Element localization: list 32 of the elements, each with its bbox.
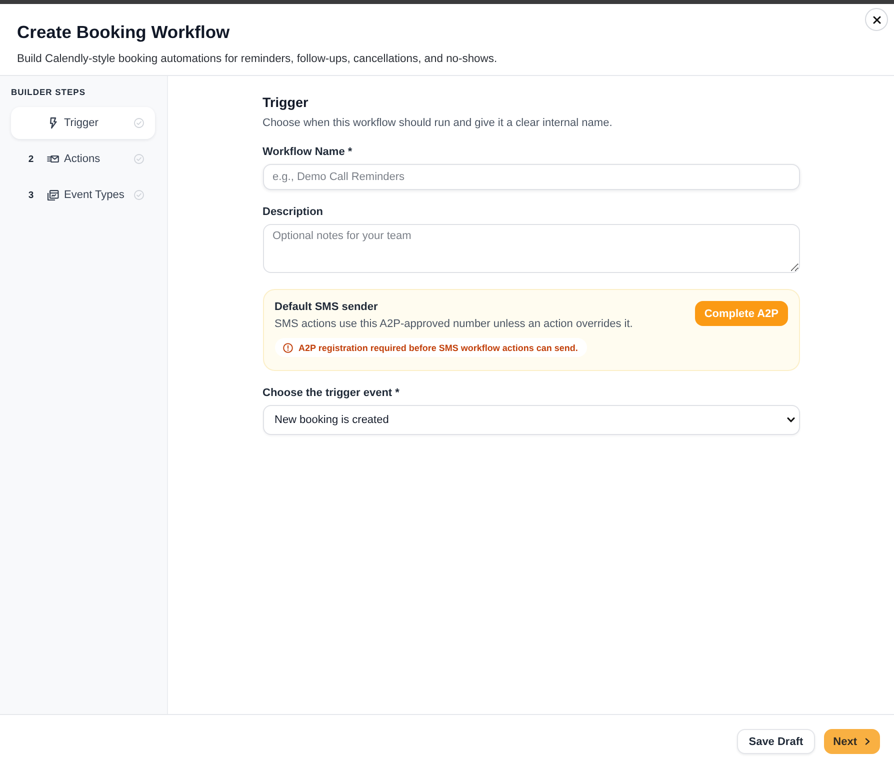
field-label: Choose the trigger event *	[262, 386, 400, 400]
sidebar-step[interactable]: Trigger	[11, 107, 155, 139]
check-circle-icon	[134, 190, 144, 200]
step-number: 2	[27, 154, 35, 164]
envelope-icon	[47, 153, 59, 165]
text-input[interactable]: e.g., Demo Call Reminders	[262, 164, 800, 190]
chevron-down-icon	[786, 416, 794, 422]
card-text: SMS actions use this A2P-approved number unless an action overrides it.	[274, 318, 633, 331]
field-label: Description	[262, 206, 324, 219]
check-circle-icon	[134, 154, 144, 164]
save-draft-button[interactable]: Save Draft	[736, 729, 816, 754]
close-icon	[872, 16, 880, 24]
trigger-event-select[interactable]: New booking is created	[262, 404, 800, 434]
check-circle-icon	[134, 118, 144, 128]
sidebar-step[interactable]: 2 Actions	[11, 143, 155, 175]
bolt-icon	[47, 117, 59, 129]
dialog-title: Create Booking Workflow	[17, 21, 231, 43]
textarea-field[interactable]: Optional notes for your team	[262, 224, 800, 273]
chevron-right-icon	[865, 738, 870, 745]
close-button[interactable]	[865, 8, 888, 31]
card-title: Default SMS sender	[274, 301, 379, 314]
field-label: Workflow Name *	[262, 146, 354, 159]
section-description: Choose when this workflow should run and give it a clear internal name.	[262, 117, 614, 130]
section-title: Trigger	[262, 94, 310, 112]
step-number: 3	[27, 190, 35, 200]
warning-text: A2P registration required before SMS workflow actions can send.	[298, 342, 578, 352]
sidebar-step[interactable]: 3 Event Types	[11, 179, 155, 211]
dialog-subtitle: Build Calendly-style booking automations for reminders, follow-ups, cancellations, and no-shows.	[17, 52, 498, 66]
alert-circle-icon	[282, 342, 292, 352]
sidebar-heading: BUILDER STEPS	[11, 87, 87, 97]
next-button[interactable]: Next	[824, 729, 880, 754]
calendar-icon	[47, 189, 59, 201]
